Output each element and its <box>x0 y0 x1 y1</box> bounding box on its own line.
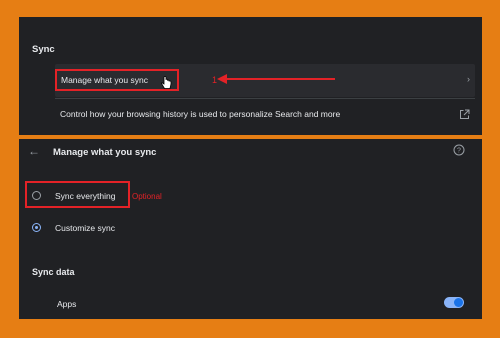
customize-sync-radio[interactable] <box>32 223 41 232</box>
hand-pointer-icon <box>161 76 172 95</box>
sync-settings-panel: Sync Manage what you sync 1 › Control ho… <box>19 17 482 135</box>
open-in-new-icon[interactable] <box>459 107 470 125</box>
optional-annotation: Optional <box>132 192 162 201</box>
help-icon[interactable]: ? <box>453 143 465 161</box>
customize-sync-label[interactable]: Customize sync <box>55 223 115 233</box>
back-arrow-icon[interactable]: ← <box>28 144 40 158</box>
apps-toggle[interactable] <box>444 297 464 308</box>
sync-data-title: Sync data <box>32 267 75 277</box>
page-title: Manage what you sync <box>53 147 157 158</box>
apps-label: Apps <box>57 299 77 309</box>
divider <box>55 98 475 99</box>
svg-text:?: ? <box>457 148 461 155</box>
annotation-arrow <box>217 74 335 84</box>
control-browsing-history-link[interactable]: Control how your browsing history is use… <box>60 109 340 119</box>
sync-everything-radio[interactable] <box>32 191 41 200</box>
sync-section-title: Sync <box>32 44 55 55</box>
manage-what-you-sync-panel: ← Manage what you sync ? Sync everything… <box>19 139 482 319</box>
chevron-right-icon: › <box>467 74 470 84</box>
sync-everything-label[interactable]: Sync everything <box>55 191 115 201</box>
